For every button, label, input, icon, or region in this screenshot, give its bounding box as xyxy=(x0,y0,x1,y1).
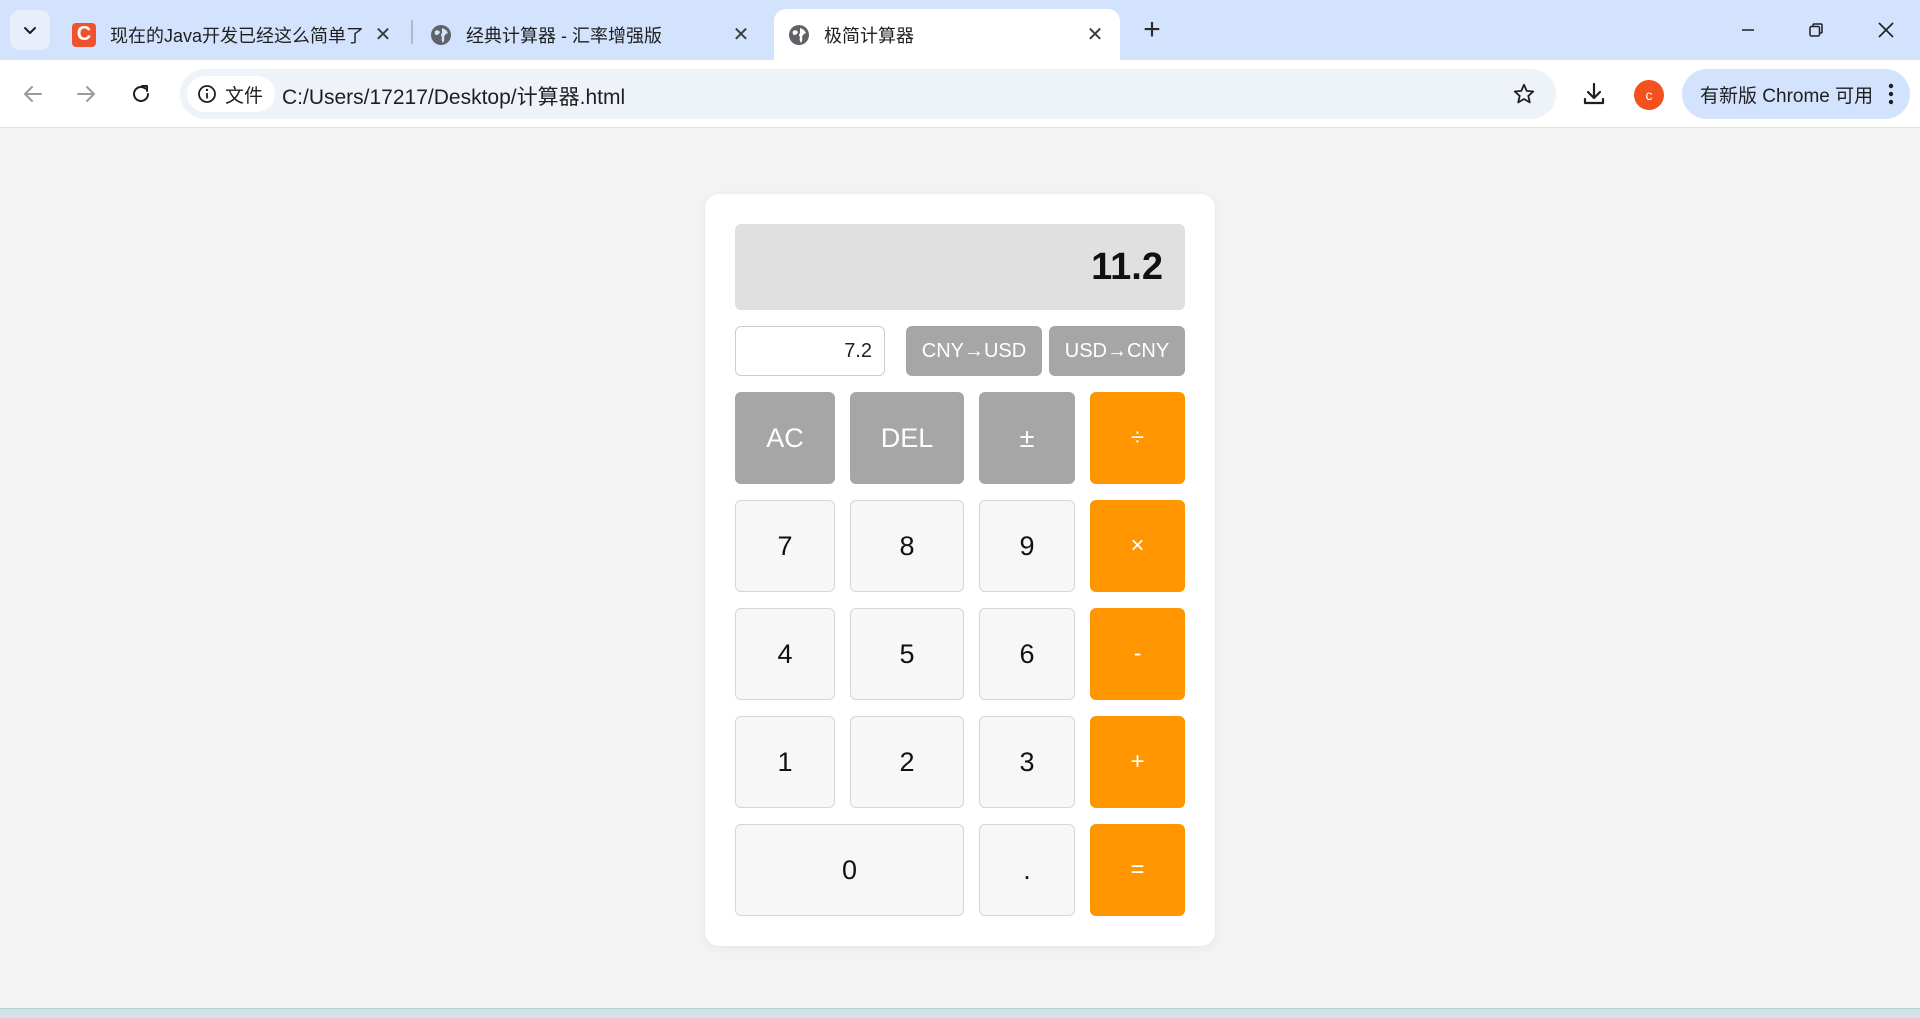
browser-toolbar: 文件 C:/Users/17217/Desktop/计算器.html c 有新版… xyxy=(0,60,1920,128)
digit-6-button[interactable]: 6 xyxy=(979,608,1075,700)
csdn-c-icon: C xyxy=(72,22,96,47)
url-text[interactable]: C:/Users/17217/Desktop/计算器.html xyxy=(282,81,625,111)
reload-icon xyxy=(133,85,149,102)
exchange-rate-input[interactable] xyxy=(735,326,885,376)
close-icon xyxy=(1878,22,1894,38)
chrome-update-button[interactable]: 有新版 Chrome 可用 xyxy=(1682,69,1910,119)
new-tab-button[interactable]: + xyxy=(1134,12,1170,48)
plus-icon: + xyxy=(1143,13,1161,46)
subtract-button[interactable]: - xyxy=(1090,608,1185,700)
digit-8-button[interactable]: 8 xyxy=(850,500,964,592)
restore-icon xyxy=(1809,23,1823,37)
cny-to-usd-button[interactable]: CNY→USD xyxy=(906,326,1042,376)
minimize-icon xyxy=(1742,29,1754,31)
equals-button[interactable]: = xyxy=(1090,824,1185,916)
arrow-right-icon xyxy=(77,86,95,102)
digit-1-button[interactable]: 1 xyxy=(735,716,835,808)
downloads-button[interactable] xyxy=(1574,74,1614,114)
globe-icon xyxy=(789,24,809,45)
update-label: 有新版 Chrome 可用 xyxy=(1700,85,1874,107)
divide-button[interactable]: ÷ xyxy=(1090,392,1185,484)
profile-avatar[interactable]: c xyxy=(1634,80,1664,110)
usd-to-cny-button[interactable]: USD→CNY xyxy=(1049,326,1185,376)
address-bar[interactable]: 文件 C:/Users/17217/Desktop/计算器.html xyxy=(180,69,1556,119)
tab-title: 经典计算器 - 汇率增强版 xyxy=(466,25,662,46)
bookmark-button[interactable] xyxy=(1508,78,1540,110)
digit-3-button[interactable]: 3 xyxy=(979,716,1075,808)
tab-search-button[interactable] xyxy=(10,10,50,50)
close-icon[interactable]: ✕ xyxy=(372,23,394,46)
close-window-button[interactable] xyxy=(1864,8,1908,52)
chevron-down-icon xyxy=(24,27,36,34)
tab-minimal-calculator[interactable]: 极简计算器 ✕ xyxy=(774,9,1120,60)
more-vertical-icon xyxy=(1888,83,1894,105)
site-chip-label: 文件 xyxy=(225,85,264,107)
tab-strip: C 现在的Java开发已经这么简单了 ✕ 经典计算器 - 汇率增强版 ✕ 极简计… xyxy=(0,0,1920,60)
close-icon[interactable]: ✕ xyxy=(1084,23,1106,46)
star-icon xyxy=(1513,83,1535,104)
tab-classic-calculator[interactable]: 经典计算器 - 汇率增强版 ✕ xyxy=(416,9,766,60)
download-icon xyxy=(1583,82,1605,105)
digit-7-button[interactable]: 7 xyxy=(735,500,835,592)
tab-separator xyxy=(411,20,413,44)
digit-5-button[interactable]: 5 xyxy=(850,608,964,700)
multiply-button[interactable]: × xyxy=(1090,500,1185,592)
digit-9-button[interactable]: 9 xyxy=(979,500,1075,592)
add-button[interactable]: + xyxy=(1090,716,1185,808)
globe-icon xyxy=(431,24,451,45)
site-info-chip[interactable]: 文件 xyxy=(187,76,276,112)
negate-button[interactable]: ± xyxy=(979,392,1075,484)
calculator-display: 11.2 xyxy=(735,224,1185,310)
delete-button[interactable]: DEL xyxy=(850,392,964,484)
digit-0-button[interactable]: 0 xyxy=(735,824,964,916)
close-icon[interactable]: ✕ xyxy=(730,23,752,46)
tab-title: 现在的Java开发已经这么简单了 xyxy=(110,25,365,46)
digit-4-button[interactable]: 4 xyxy=(735,608,835,700)
tab-java-article[interactable]: C 现在的Java开发已经这么简单了 ✕ xyxy=(58,9,408,60)
calculator-card: 11.2 CNY→USD USD→CNY AC DEL ± ÷ 7 8 9 × … xyxy=(705,194,1215,946)
digit-2-button[interactable]: 2 xyxy=(850,716,964,808)
decimal-button[interactable]: . xyxy=(979,824,1075,916)
all-clear-button[interactable]: AC xyxy=(735,392,835,484)
back-button[interactable] xyxy=(13,74,53,114)
tab-title: 极简计算器 xyxy=(824,25,914,46)
info-icon xyxy=(198,85,216,103)
arrow-left-icon xyxy=(24,86,42,102)
taskbar-edge xyxy=(0,1008,1920,1018)
reload-button[interactable] xyxy=(121,74,161,114)
forward-button[interactable] xyxy=(66,74,106,114)
restore-button[interactable] xyxy=(1794,8,1838,52)
minimize-button[interactable] xyxy=(1726,8,1770,52)
